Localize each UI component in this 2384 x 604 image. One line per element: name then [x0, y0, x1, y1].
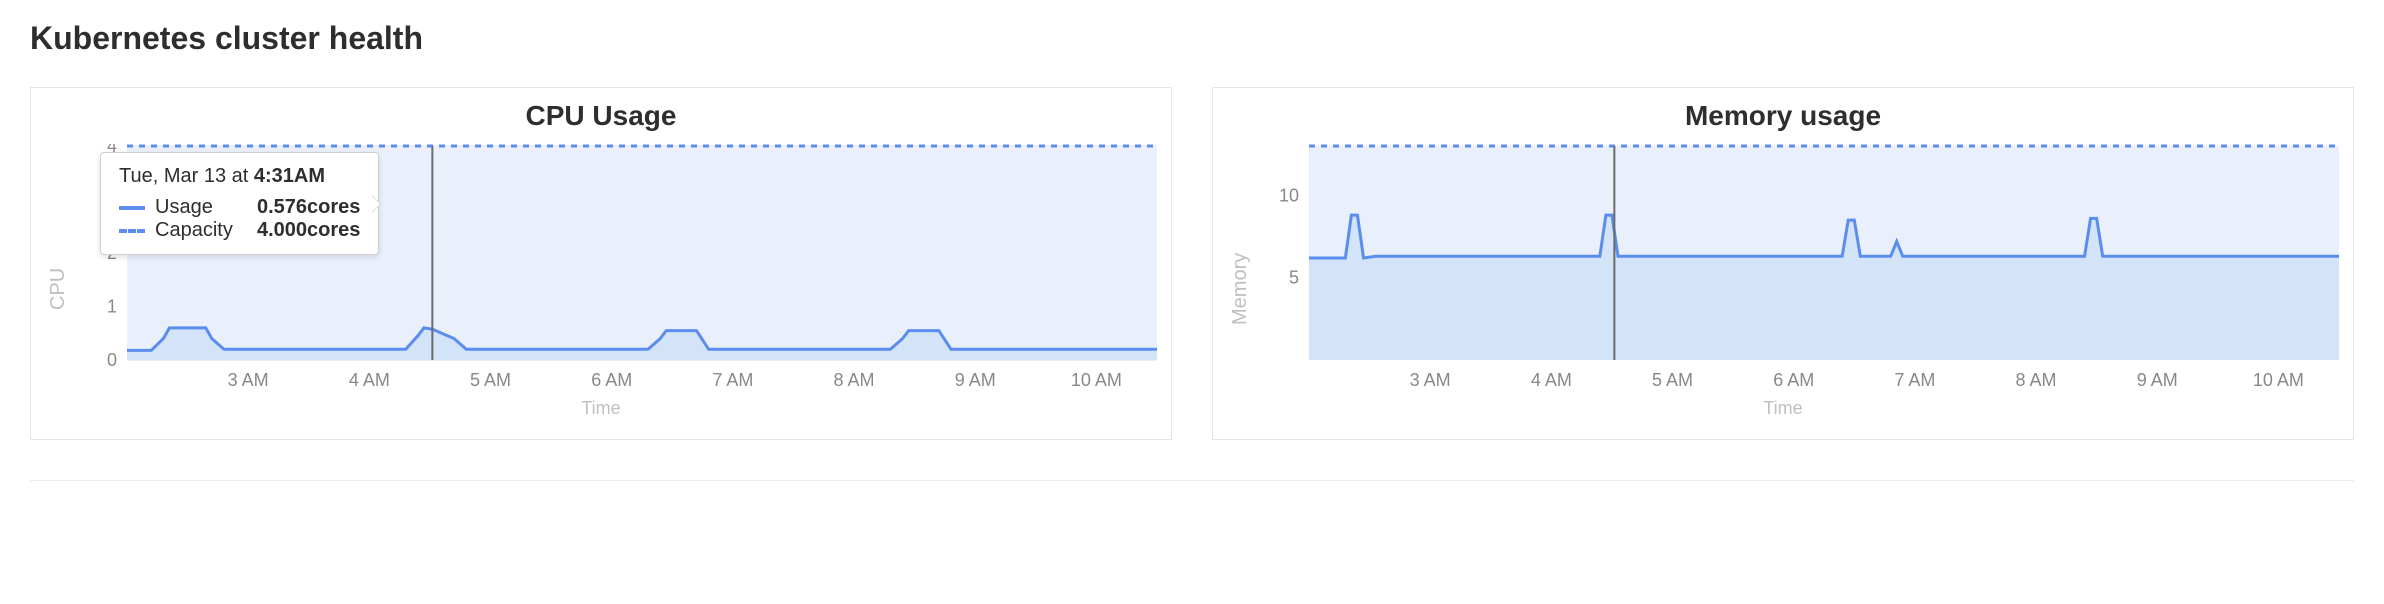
- panels-row: CPU Usage CPU 012343 AM4 AM5 AM6 AM7 AM8…: [30, 87, 2354, 440]
- tooltip-usage-label: Usage: [155, 196, 247, 219]
- tooltip-timestamp: Tue, Mar 13 at 4:31AM: [119, 165, 360, 188]
- tooltip-capacity-value: 4.000cores: [257, 219, 360, 242]
- cpu-chart[interactable]: 012343 AM4 AM5 AM6 AM7 AM8 AM9 AM10 AM T…: [72, 144, 1161, 394]
- svg-text:5 AM: 5 AM: [1652, 370, 1693, 390]
- section-divider: [30, 480, 2354, 481]
- memory-panel-title: Memory usage: [1223, 100, 2343, 132]
- svg-text:0: 0: [107, 350, 117, 370]
- tooltip-usage-value: 0.576cores: [257, 196, 360, 219]
- svg-text:3 AM: 3 AM: [228, 370, 269, 390]
- svg-text:7 AM: 7 AM: [712, 370, 753, 390]
- svg-text:4 AM: 4 AM: [349, 370, 390, 390]
- cpu-y-axis-label: CPU: [41, 144, 72, 394]
- cpu-x-axis-label: Time: [41, 398, 1161, 419]
- tooltip-ts-prefix: Tue, Mar 13 at: [119, 165, 254, 187]
- svg-text:10: 10: [1279, 185, 1299, 205]
- memory-panel: Memory usage Memory 5 10 3 AM 4 AM 5 AM 6 AM 7…: [1212, 87, 2354, 440]
- svg-text:3 AM: 3 AM: [1410, 370, 1451, 390]
- line-swatch-solid-icon: [119, 206, 145, 210]
- cpu-panel: CPU Usage CPU 012343 AM4 AM5 AM6 AM7 AM8…: [30, 87, 1172, 440]
- svg-text:7 AM: 7 AM: [1894, 370, 1935, 390]
- tooltip-row-capacity: Capacity 4.000cores: [119, 219, 360, 242]
- svg-text:4 AM: 4 AM: [1531, 370, 1572, 390]
- svg-text:5 AM: 5 AM: [470, 370, 511, 390]
- svg-text:6 AM: 6 AM: [1773, 370, 1814, 390]
- svg-text:1: 1: [107, 297, 117, 317]
- cpu-panel-title: CPU Usage: [41, 100, 1161, 132]
- tooltip-ts-bold: 4:31AM: [254, 165, 325, 187]
- svg-text:8 AM: 8 AM: [2016, 370, 2057, 390]
- page-title: Kubernetes cluster health: [30, 20, 2354, 57]
- svg-text:10 AM: 10 AM: [1071, 370, 1122, 390]
- memory-chart[interactable]: 5 10 3 AM 4 AM 5 AM 6 AM 7 AM 8 AM 9 AM 10 AM: [1254, 144, 2343, 394]
- svg-text:8 AM: 8 AM: [834, 370, 875, 390]
- tooltip-capacity-label: Capacity: [155, 219, 247, 242]
- cpu-tooltip: Tue, Mar 13 at 4:31AM Usage 0.576cores C…: [100, 152, 379, 255]
- svg-text:9 AM: 9 AM: [2137, 370, 2178, 390]
- svg-text:5: 5: [1289, 268, 1299, 288]
- memory-x-axis-label: Time: [1223, 398, 2343, 419]
- svg-text:10 AM: 10 AM: [2253, 370, 2304, 390]
- memory-y-axis-label: Memory: [1223, 144, 1254, 394]
- svg-text:6 AM: 6 AM: [591, 370, 632, 390]
- svg-text:9 AM: 9 AM: [955, 370, 996, 390]
- line-swatch-dashed-icon: [119, 229, 145, 233]
- tooltip-row-usage: Usage 0.576cores: [119, 196, 360, 219]
